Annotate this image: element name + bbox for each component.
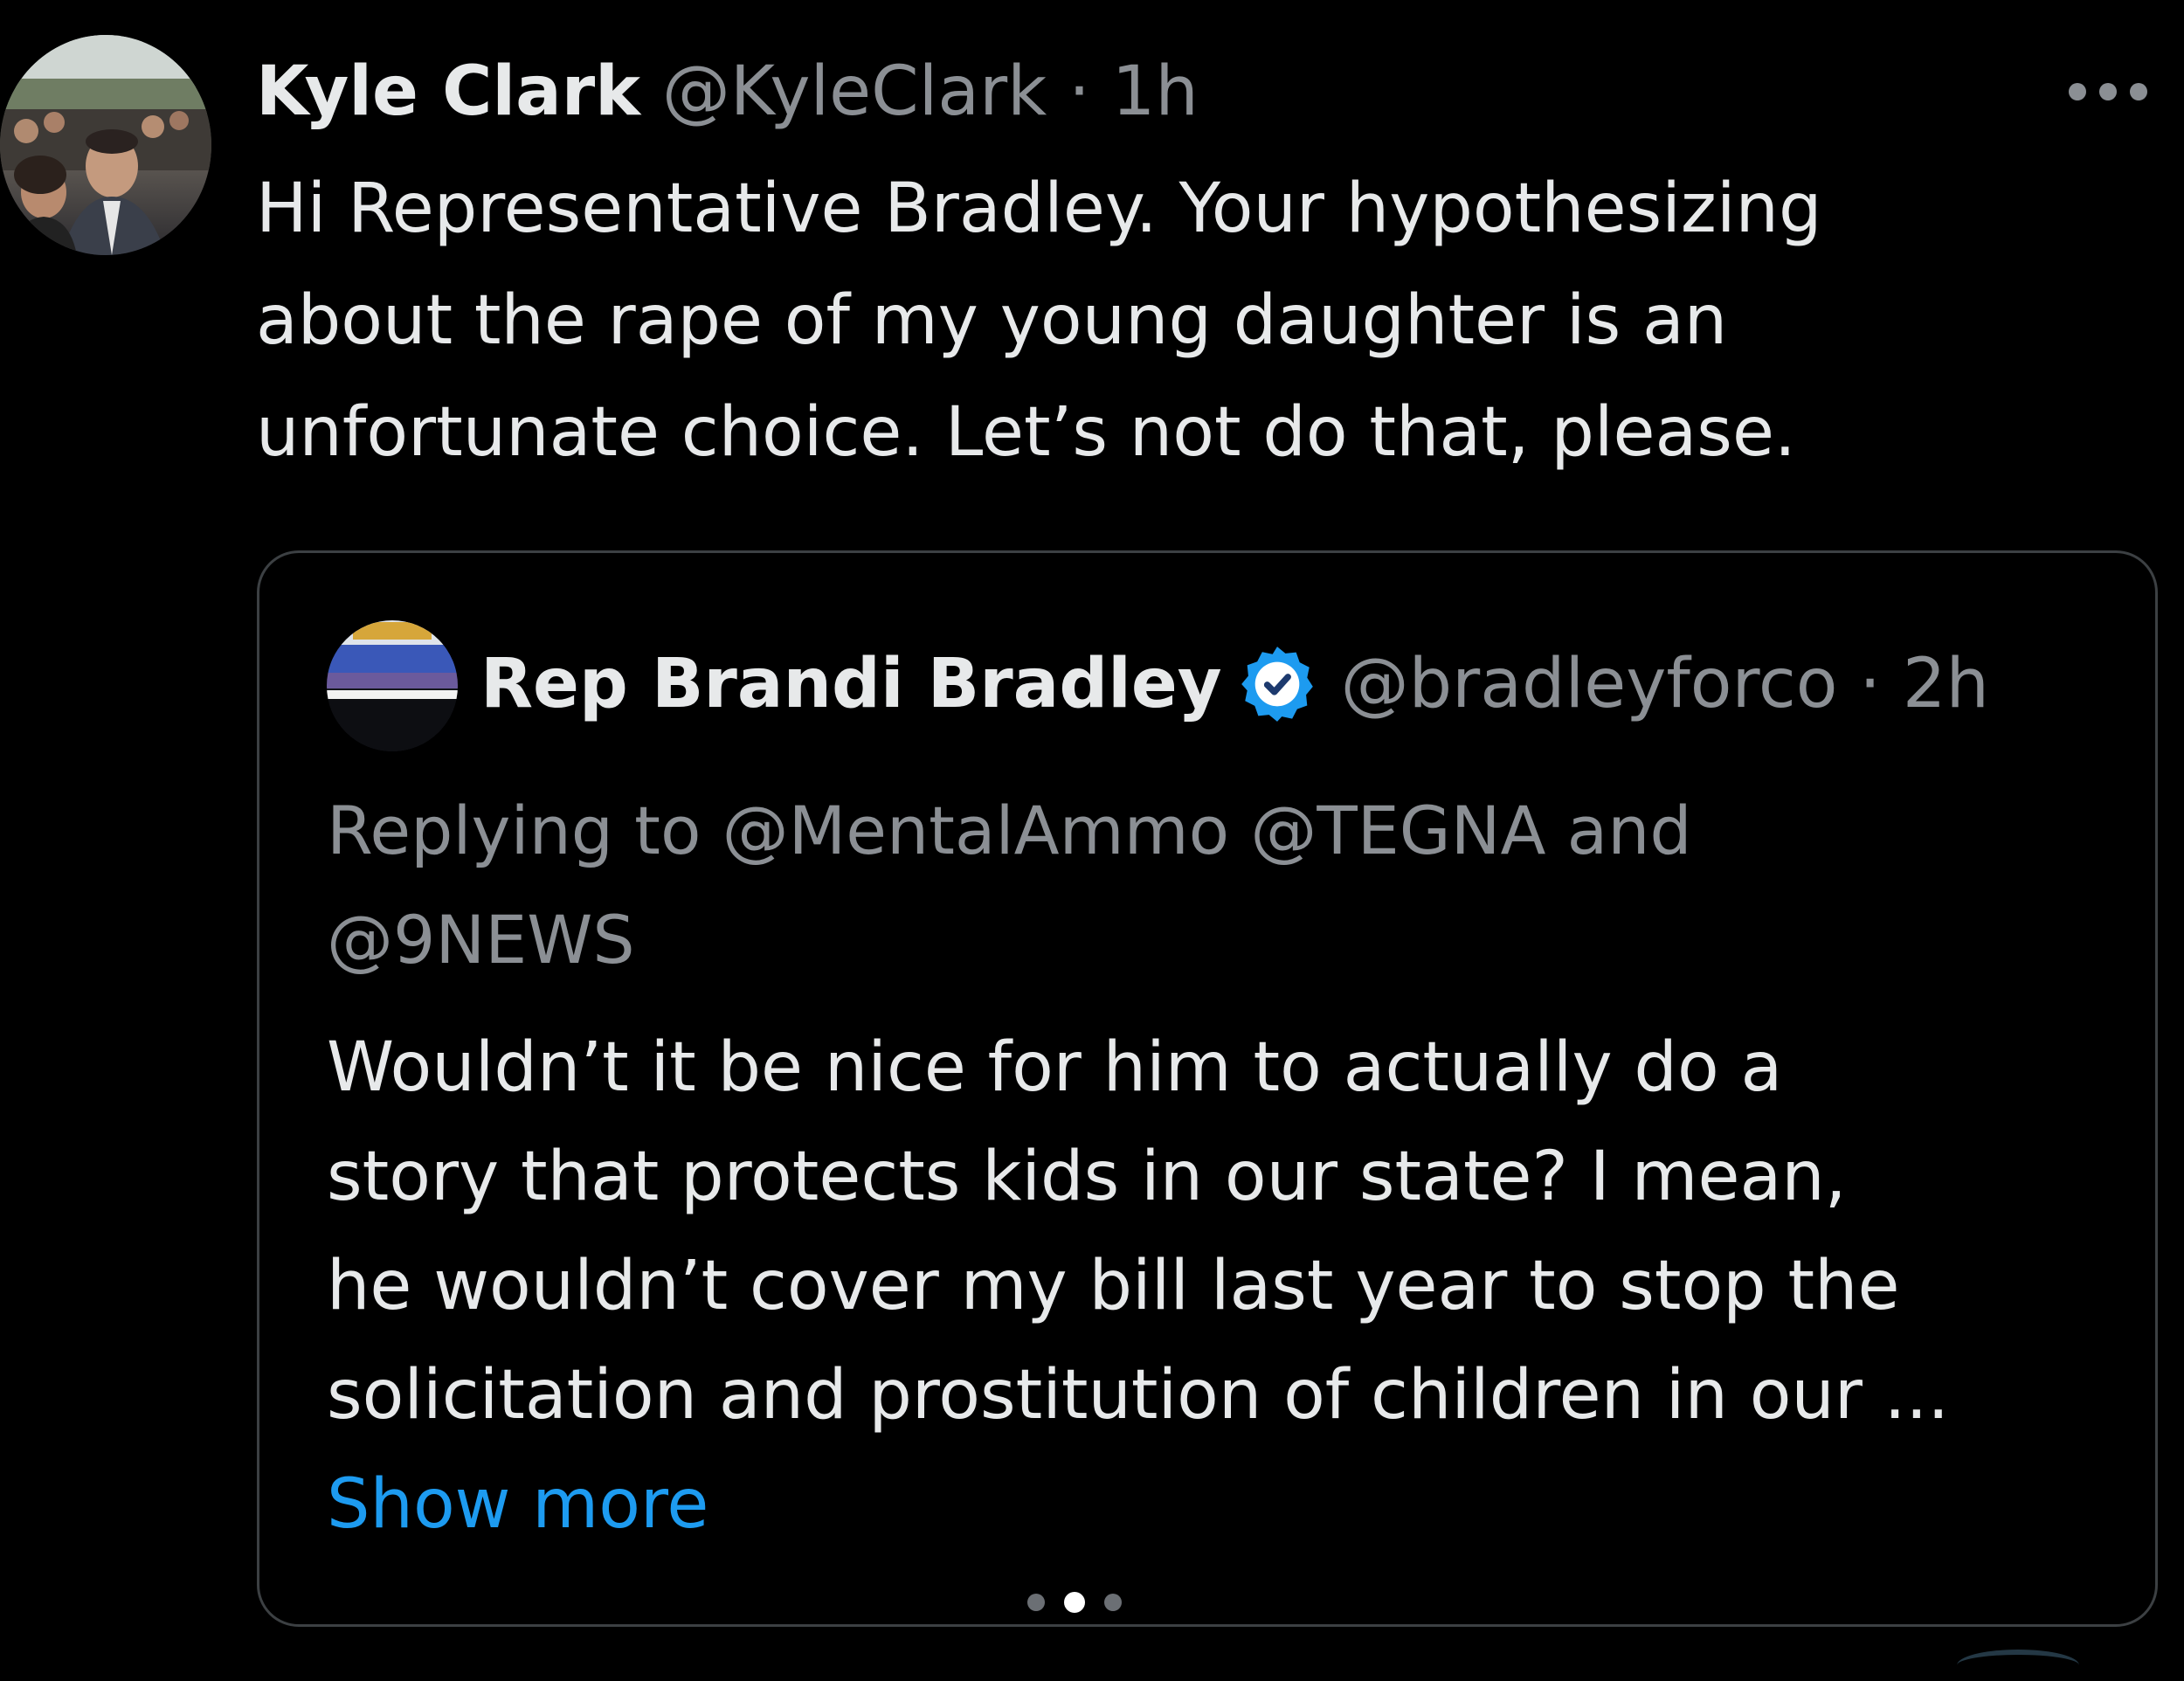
pager-dot[interactable] bbox=[1027, 1594, 1045, 1611]
quoted-author-handle-time[interactable]: @bradleyforco · 2h bbox=[1341, 636, 1989, 732]
tweet-text-line: unfortunate choice. Let’s not do that, p… bbox=[256, 393, 1796, 472]
quoted-tweet-header: Rep Brandi Bradley @bradleyforco · 2h bbox=[480, 636, 1989, 732]
quoted-author-name[interactable]: Rep Brandi Bradley bbox=[480, 636, 1222, 732]
author-name[interactable]: Kyle Clark bbox=[256, 52, 640, 131]
bottom-scroll-indicator bbox=[1957, 1650, 2079, 1681]
quoted-author-avatar[interactable] bbox=[327, 620, 458, 751]
quoted-text-line: he wouldn’t cover my bill last year to s… bbox=[327, 1247, 1900, 1325]
replying-to-line: @9NEWS bbox=[327, 901, 635, 979]
verified-badge-icon bbox=[1234, 641, 1320, 727]
more-dot bbox=[2130, 83, 2147, 100]
quoted-text-line: solicitation and prostitution of childre… bbox=[327, 1356, 1950, 1435]
more-horizontal-icon[interactable] bbox=[2069, 80, 2147, 103]
tweet-text: Hi Representative Bradley. Your hypothes… bbox=[256, 153, 2073, 488]
pager-dot[interactable] bbox=[1104, 1594, 1122, 1611]
replying-to-line: Replying to @MentalAmmo @TEGNA and bbox=[327, 792, 1692, 869]
tweet-text-line: Hi Representative Bradley. Your hypothes… bbox=[256, 169, 1822, 248]
quoted-text-line: story that protects kids in our state? I… bbox=[327, 1138, 1847, 1216]
quoted-text-line: Wouldn’t it be nice for him to actually … bbox=[327, 1028, 1783, 1107]
more-dot bbox=[2099, 83, 2117, 100]
tweet-text-line: about the rape of my young daughter is a… bbox=[256, 281, 1728, 360]
quoted-tweet-text: Wouldn’t it be nice for him to actually … bbox=[327, 1013, 1949, 1450]
replying-to: Replying to @MentalAmmo @TEGNA and @9NEW… bbox=[327, 776, 1692, 994]
tweet-header: Kyle Clark @KyleClark · 1h bbox=[256, 44, 1199, 140]
pager-dot-active[interactable] bbox=[1064, 1592, 1085, 1613]
author-avatar[interactable] bbox=[0, 35, 211, 255]
show-more-link[interactable]: Show more bbox=[327, 1450, 708, 1560]
more-dot bbox=[2069, 83, 2086, 100]
carousel-pager bbox=[1027, 1592, 1122, 1613]
author-handle-time[interactable]: @KyleClark · 1h bbox=[662, 52, 1199, 131]
